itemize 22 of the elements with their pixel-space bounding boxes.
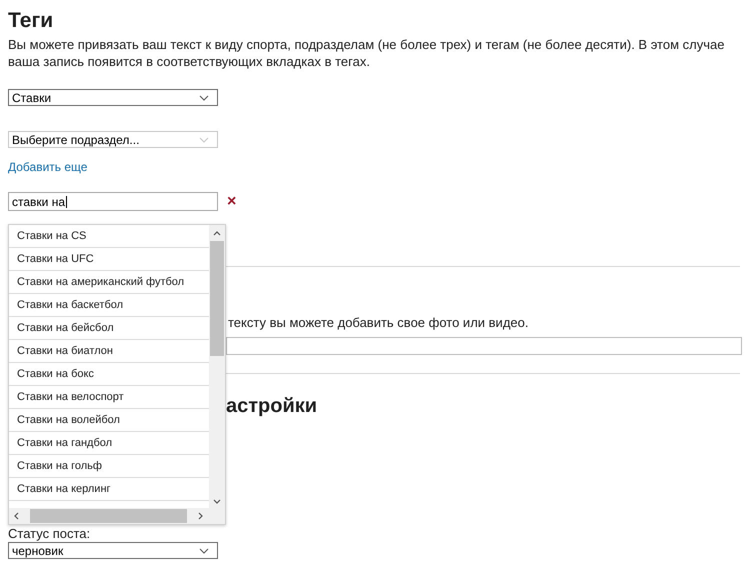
scroll-up-icon[interactable]: [213, 231, 221, 236]
media-input[interactable]: [226, 337, 742, 355]
scroll-down-icon[interactable]: [213, 499, 221, 504]
section-title: Теги: [8, 8, 54, 34]
add-more-link[interactable]: Добавить еще: [8, 159, 88, 175]
intro-text: Вы можете привязать ваш текст к виду спорта, подразделам (не более трех) и тегам (не более десяти). В этом случае ваша запись появится в соответствующих вкладках в тегах.: [8, 36, 726, 70]
settings-heading: астройки: [226, 394, 318, 418]
status-label: Статус поста:: [8, 526, 92, 541]
vertical-scrollbar[interactable]: [209, 225, 225, 508]
dropdown-select[interactable]: черновик: [8, 542, 218, 559]
tag-input[interactable]: ставки на: [8, 192, 218, 211]
chevron-down-icon: [199, 136, 209, 142]
scroll-left-icon[interactable]: [14, 512, 19, 520]
horizontal-scrollbar[interactable]: [9, 508, 225, 524]
chevron-down-icon: [199, 548, 209, 554]
media-text: тексту вы можете добавить свое фото или видео.: [227, 314, 530, 331]
dropdown-select[interactable]: Ставки: [8, 89, 218, 106]
scroll-right-icon[interactable]: [198, 512, 203, 520]
scrollbar-thumb[interactable]: [210, 241, 224, 356]
remove-icon[interactable]: ×: [227, 194, 236, 210]
chevron-down-icon: [199, 94, 209, 100]
scrollbar-thumb[interactable]: [30, 509, 187, 523]
